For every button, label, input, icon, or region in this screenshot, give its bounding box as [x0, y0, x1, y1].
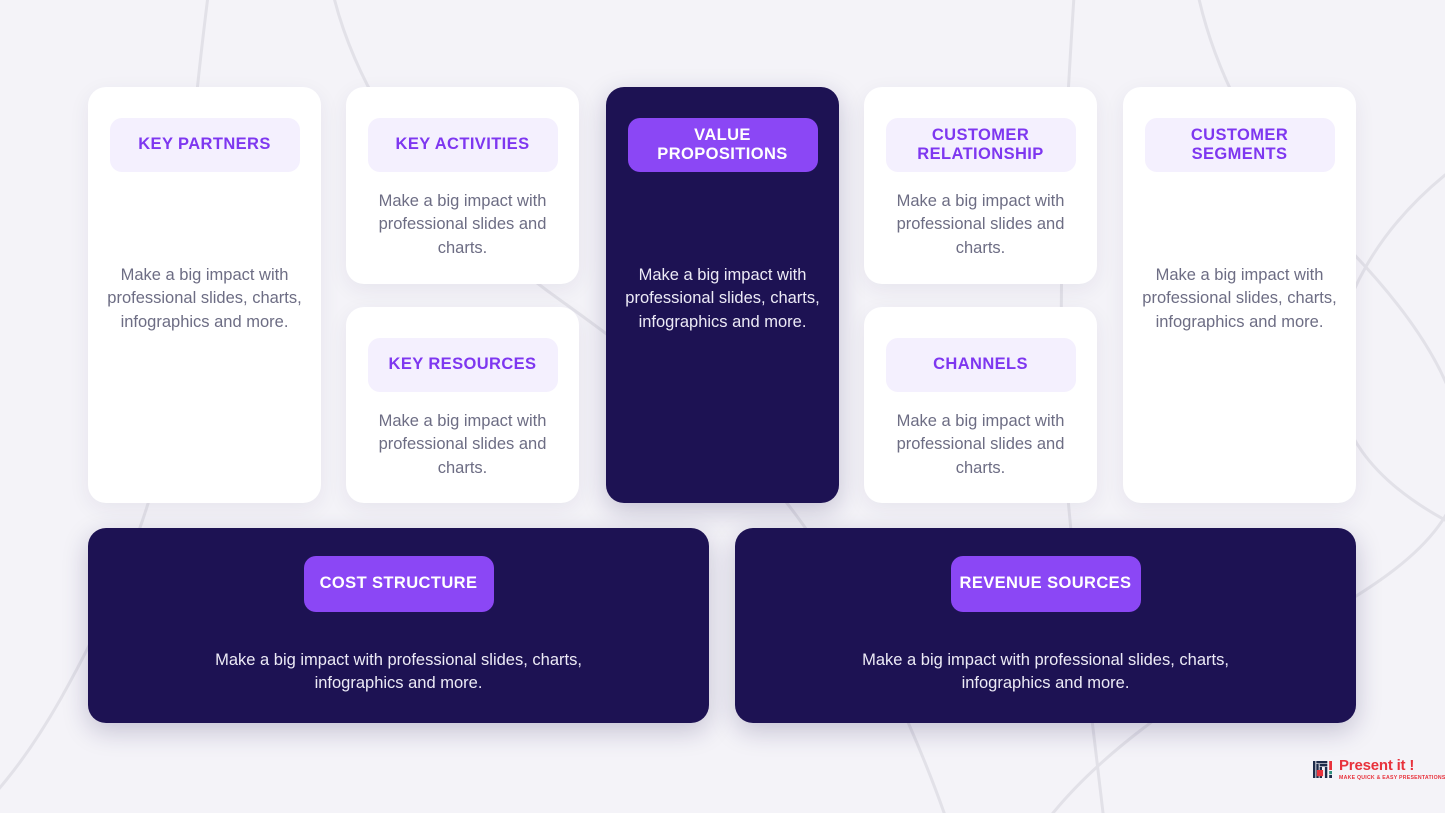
block-title-channels: CHANNELS: [885, 338, 1076, 392]
block-title-value-propositions: VALUE PROPOSITIONS: [627, 118, 818, 172]
block-customer-segments[interactable]: CUSTOMER SEGMENTS Make a big impact with…: [1123, 87, 1356, 503]
block-description-key-activities: Make a big impact with professional slid…: [378, 192, 547, 257]
block-key-resources[interactable]: KEY RESOURCES Make a big impact with pro…: [346, 307, 579, 503]
block-title-key-partners: KEY PARTNERS: [109, 118, 300, 172]
block-customer-relationship[interactable]: CUSTOMER RELATIONSHIP Make a big impact …: [864, 87, 1097, 284]
block-title-revenue-sources: REVENUE SOURCES: [950, 556, 1141, 612]
logo-title: Present it !: [1339, 757, 1415, 774]
block-title-key-resources: KEY RESOURCES: [367, 338, 558, 392]
block-description-customer-segments: Make a big impact with professional slid…: [1142, 266, 1337, 331]
block-title-customer-segments: CUSTOMER SEGMENTS: [1144, 118, 1335, 172]
brand-logo: Present it ! MAKE QUICK & EASY PRESENTAT…: [1313, 758, 1445, 781]
block-description-customer-relationship: Make a big impact with professional slid…: [896, 192, 1065, 257]
present-it-bars-icon: [1313, 760, 1332, 778]
block-description-value-propositions: Make a big impact with professional slid…: [625, 266, 820, 331]
block-description-cost-structure: Make a big impact with professional slid…: [215, 651, 582, 693]
block-revenue-sources[interactable]: REVENUE SOURCES Make a big impact with p…: [735, 528, 1356, 723]
block-title-customer-relationship: CUSTOMER RELATIONSHIP: [885, 118, 1076, 172]
logo-tagline: MAKE QUICK & EASY PRESENTATIONS: [1339, 774, 1445, 781]
block-cost-structure[interactable]: COST STRUCTURE Make a big impact with pr…: [88, 528, 709, 723]
block-key-partners[interactable]: KEY PARTNERS Make a big impact with prof…: [88, 87, 321, 503]
block-description-key-partners: Make a big impact with professional slid…: [107, 266, 302, 331]
block-title-key-activities: KEY ACTIVITIES: [367, 118, 558, 172]
block-description-revenue-sources: Make a big impact with professional slid…: [862, 651, 1229, 693]
block-description-channels: Make a big impact with professional slid…: [896, 412, 1065, 477]
business-model-canvas: KEY PARTNERS Make a big impact with prof…: [0, 0, 1445, 813]
block-value-propositions[interactable]: VALUE PROPOSITIONS Make a big impact wit…: [606, 87, 839, 503]
logo-wordmark: Present it ! MAKE QUICK & EASY PRESENTAT…: [1339, 758, 1445, 781]
block-title-cost-structure: COST STRUCTURE: [303, 556, 494, 612]
block-channels[interactable]: CHANNELS Make a big impact with professi…: [864, 307, 1097, 503]
block-key-activities[interactable]: KEY ACTIVITIES Make a big impact with pr…: [346, 87, 579, 284]
block-description-key-resources: Make a big impact with professional slid…: [378, 412, 547, 477]
